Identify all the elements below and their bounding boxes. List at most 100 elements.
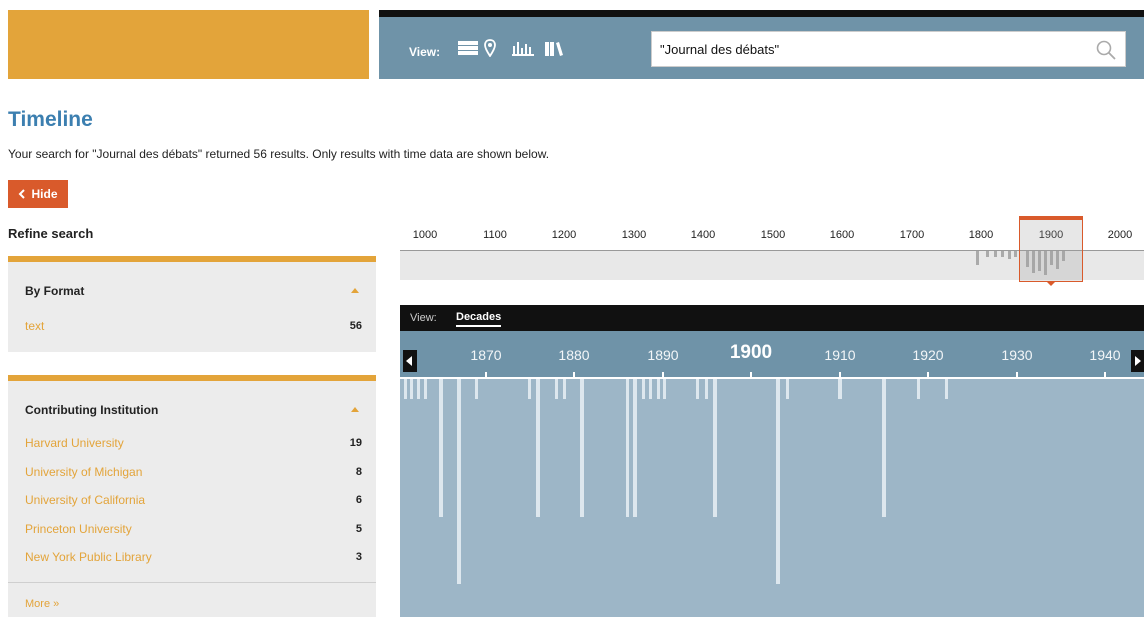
timeline-bar[interactable] (424, 379, 427, 399)
timeline-bar[interactable] (410, 379, 413, 399)
timeline-view-icon[interactable] (511, 37, 535, 59)
list-item[interactable]: New York Public Library 3 (25, 548, 362, 566)
more-link[interactable]: More » (25, 598, 59, 610)
tab-decades[interactable]: Decades (456, 311, 502, 327)
facet-item-count: 3 (355, 551, 362, 563)
decade-tick (662, 372, 664, 378)
hide-button-label: Hide (31, 187, 58, 201)
facet-by-format: By Format text 56 (8, 256, 376, 352)
detail-view-label: View: (410, 312, 437, 324)
facet-item-label[interactable]: text (25, 319, 44, 333)
decade-tick (1104, 372, 1106, 378)
list-view-icon[interactable] (457, 37, 479, 59)
facet-item-count: 56 (349, 320, 362, 332)
hide-button[interactable]: Hide (8, 180, 68, 208)
timeline-bar[interactable] (696, 379, 699, 399)
decade-label: 1940 (1089, 347, 1121, 363)
search-icon[interactable] (1095, 39, 1117, 61)
timeline-bar[interactable] (649, 379, 652, 399)
decade-tick (485, 372, 487, 378)
overview-year-label: 1300 (621, 229, 647, 241)
detail-axis: 1870 1880 1890 1900 1910 1920 1930 1940 (400, 331, 1144, 379)
timeline-bar[interactable] (713, 379, 717, 517)
timeline-bar[interactable] (536, 379, 540, 517)
overview-year-label: 1800 (968, 229, 994, 241)
timeline-bar[interactable] (457, 379, 461, 584)
detail-header: View: Decades (400, 305, 1144, 331)
timeline-bar[interactable] (528, 379, 531, 399)
list-item[interactable]: University of Michigan 8 (25, 463, 362, 481)
decade-label: 1910 (824, 347, 856, 363)
list-item[interactable]: Princeton University 5 (25, 520, 362, 538)
timeline-bar[interactable] (945, 379, 948, 399)
timeline-bar[interactable] (642, 379, 645, 399)
facet-item-label[interactable]: University of Michigan (25, 465, 142, 479)
facet-contributing-institution: Contributing Institution Harvard Univers… (8, 375, 376, 617)
facet-item-count: 5 (355, 523, 362, 535)
timeline-bar[interactable] (439, 379, 443, 517)
timeline-bar[interactable] (663, 379, 666, 399)
overview-year-label: 1000 (412, 229, 438, 241)
facet-item-label[interactable]: New York Public Library (25, 550, 152, 564)
decade-tick (750, 372, 752, 378)
overview-bar (976, 251, 979, 265)
timeline-bar[interactable] (417, 379, 420, 399)
decade-label: 1870 (470, 347, 502, 363)
overview-year-label: 1500 (760, 229, 786, 241)
next-button[interactable] (1131, 350, 1144, 372)
timeline-bar[interactable] (563, 379, 566, 399)
timeline-bar[interactable] (475, 379, 478, 399)
timeline-bar[interactable] (633, 379, 637, 517)
search-input[interactable] (660, 39, 1080, 59)
timeline-bar[interactable] (404, 379, 407, 399)
overview-year-label: 1200 (551, 229, 577, 241)
refine-search-title: Refine search (8, 226, 94, 241)
facet-item-count: 19 (349, 437, 362, 449)
list-item[interactable]: Harvard University 19 (25, 434, 362, 452)
timeline-bar[interactable] (705, 379, 708, 399)
list-item[interactable]: University of California 6 (25, 491, 362, 509)
overview-year-label: 1600 (829, 229, 855, 241)
overview-year-label: 2000 (1107, 229, 1133, 241)
list-item[interactable]: text 56 (25, 317, 362, 335)
facet-item-label[interactable]: Harvard University (25, 436, 124, 450)
decade-tick (1016, 372, 1018, 378)
decade-label: 1890 (647, 347, 679, 363)
decade-label-major: 1900 (729, 342, 773, 363)
collapse-arrow-icon[interactable] (351, 288, 359, 293)
timeline-bar[interactable] (626, 379, 629, 517)
timeline-bar[interactable] (555, 379, 558, 399)
decade-tick (573, 372, 575, 378)
previous-button[interactable] (403, 350, 417, 372)
timeline-bar[interactable] (580, 379, 584, 517)
facet-item-label[interactable]: Princeton University (25, 522, 132, 536)
facet-item-label[interactable]: University of California (25, 493, 145, 507)
timeline-bar[interactable] (882, 379, 886, 517)
overview-selection-window[interactable] (1019, 216, 1083, 282)
map-view-icon[interactable] (483, 37, 497, 59)
overview-year-label: 1100 (483, 229, 507, 241)
timeline-bar[interactable] (917, 379, 920, 399)
timeline-bar[interactable] (776, 379, 780, 584)
bookshelf-view-icon[interactable] (543, 37, 565, 59)
result-summary: Your search for "Journal des débats" ret… (8, 147, 550, 161)
overview-bar (1001, 251, 1004, 257)
decade-tick (839, 372, 841, 378)
overview-bar (1014, 251, 1017, 257)
logo-block (8, 10, 369, 79)
collapse-arrow-icon[interactable] (351, 407, 359, 412)
decade-label: 1880 (558, 347, 590, 363)
timeline-bar[interactable] (838, 379, 842, 399)
chevron-left-icon (19, 189, 26, 199)
facet-item-count: 8 (355, 466, 362, 478)
facet-item-count: 6 (355, 494, 362, 506)
timeline-bar[interactable] (657, 379, 660, 399)
overview-bar (994, 251, 997, 257)
overview-year-label: 1400 (690, 229, 716, 241)
detail-timeline: View: Decades 1870 1880 1890 1900 1910 1… (400, 305, 1144, 617)
facet-heading: Contributing Institution (25, 403, 159, 417)
header-topline (379, 10, 1144, 17)
overview-year-label: 1700 (899, 229, 925, 241)
timeline-bar[interactable] (786, 379, 789, 399)
facet-heading: By Format (25, 284, 85, 298)
